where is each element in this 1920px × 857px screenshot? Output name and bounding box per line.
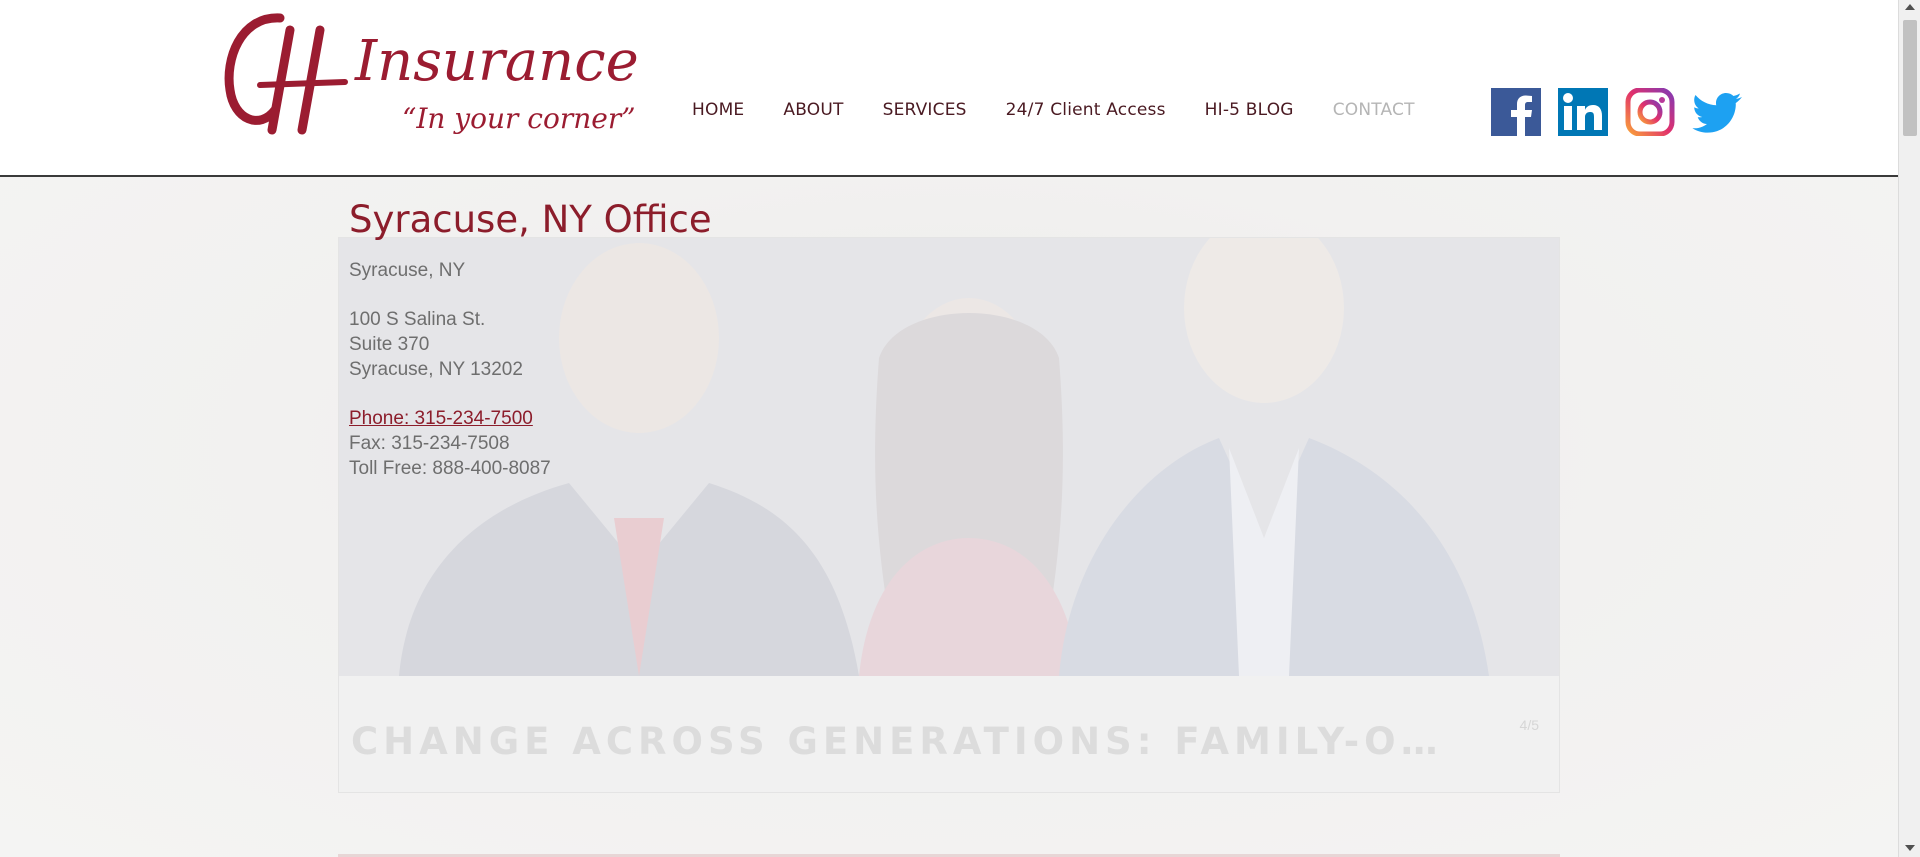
page-title: Syracuse, NY Office — [349, 198, 712, 241]
nav-blog[interactable]: HI-5 BLOG — [1205, 100, 1294, 120]
fax-number: Fax: 315-234-7508 — [349, 433, 510, 454]
phone-link[interactable]: Phone: 315-234-7500 — [349, 406, 551, 431]
logo-brand: Insurance — [354, 29, 639, 94]
nav-about[interactable]: ABOUT — [783, 100, 843, 120]
page-scrollbar[interactable] — [1898, 0, 1920, 857]
main-nav: HOME ABOUT SERVICES 24/7 Client Access H… — [692, 100, 1454, 120]
scroll-up-icon[interactable] — [1905, 4, 1915, 10]
twitter-icon[interactable] — [1692, 88, 1742, 136]
office-address-block: Syracuse, NY 100 S Salina St. Suite 370 … — [349, 258, 551, 481]
toll-free-number: Toll Free: 888-400-8087 — [349, 458, 551, 479]
slide-counter: 4/5 — [1519, 717, 1539, 733]
scroll-thumb[interactable] — [1903, 20, 1917, 136]
office-city: Syracuse, NY — [349, 260, 466, 281]
social-links — [1491, 88, 1742, 136]
scroll-down-icon[interactable] — [1905, 845, 1915, 851]
logo-tagline: “In your corner” — [402, 102, 636, 135]
company-logo[interactable]: Insurance “In your corner” — [220, 10, 650, 145]
facebook-icon[interactable] — [1491, 88, 1541, 136]
nav-home[interactable]: HOME — [692, 100, 744, 120]
site-header: Insurance “In your corner” HOME ABOUT SE… — [0, 0, 1898, 177]
office-street: 100 S Salina St. — [349, 309, 486, 330]
nav-client-access[interactable]: 24/7 Client Access — [1006, 100, 1166, 120]
ch-insurance-logo: Insurance “In your corner” — [224, 13, 639, 135]
office-suite: Suite 370 — [349, 334, 430, 355]
nav-contact[interactable]: CONTACT — [1333, 100, 1415, 120]
instagram-icon[interactable] — [1625, 88, 1675, 136]
office-city-zip: Syracuse, NY 13202 — [349, 359, 523, 380]
linkedin-icon[interactable] — [1558, 88, 1608, 136]
nav-services[interactable]: SERVICES — [883, 100, 967, 120]
card-headline[interactable]: CHANGE ACROSS GENERATIONS: FAMILY-O… — [351, 720, 1443, 763]
